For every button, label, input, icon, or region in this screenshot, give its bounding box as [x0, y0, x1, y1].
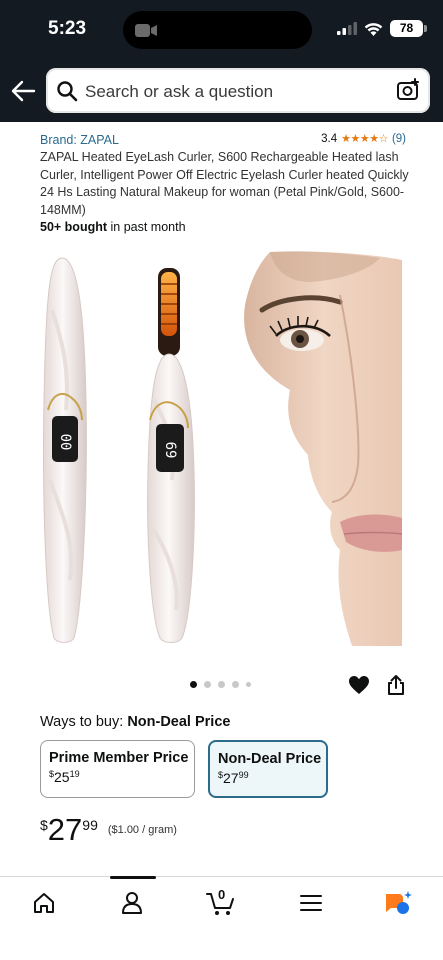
heart-icon[interactable] — [348, 675, 370, 695]
menu-icon[interactable] — [298, 890, 324, 916]
brand-link[interactable]: Brand: ZAPAL — [40, 133, 119, 147]
option-label: Non-Deal Price — [218, 751, 322, 767]
carousel-dot[interactable] — [218, 681, 225, 688]
price-whole: 27 — [47, 812, 83, 847]
rating-stars: ★★★★☆ — [341, 133, 388, 145]
price-symbol: $ — [40, 817, 48, 833]
back-arrow-icon[interactable] — [10, 78, 36, 104]
option-price: $2519 — [49, 769, 80, 785]
rufus-icon[interactable] — [383, 890, 413, 916]
video-camera-icon — [135, 24, 157, 37]
home-icon[interactable] — [31, 890, 57, 916]
carousel-dot[interactable] — [232, 681, 239, 688]
option-non-deal-price[interactable]: Non-Deal Price $2799 — [208, 740, 328, 798]
carousel-dot[interactable] — [246, 682, 251, 687]
camera-search-icon[interactable] — [396, 78, 420, 102]
ways-value: Non-Deal Price — [127, 714, 231, 730]
cart-count: 0 — [218, 887, 226, 902]
bought-period: in past month — [107, 220, 186, 234]
option-price: $2799 — [218, 770, 249, 786]
bottom-nav: 0 — [0, 876, 443, 960]
device-display-left: 00 — [57, 434, 73, 451]
signal-icon — [337, 22, 357, 35]
nav-active-indicator — [110, 876, 156, 879]
price-display: $ 27 99 ($1.00 / gram) — [40, 813, 177, 847]
carousel-dots[interactable] — [190, 681, 251, 688]
product-image[interactable]: 00 69 — [40, 250, 402, 646]
bought-count: 50+ bought — [40, 220, 108, 234]
top-bar: 5:23 78 Search or ask a question — [0, 0, 443, 122]
dynamic-island — [123, 11, 312, 49]
rating-count[interactable]: (9) — [392, 133, 406, 145]
search-icon — [57, 81, 78, 102]
ways-label: Ways to buy: — [40, 714, 128, 730]
status-icons: 78 — [337, 20, 427, 37]
share-icon[interactable] — [386, 674, 406, 696]
search-bar[interactable]: Search or ask a question — [46, 68, 430, 113]
search-input[interactable]: Search or ask a question — [85, 82, 273, 102]
rating[interactable]: 3.4 ★★★★☆ (9) — [321, 132, 406, 146]
battery-indicator: 78 — [390, 20, 427, 37]
carousel-dot[interactable] — [190, 681, 197, 688]
wifi-icon — [364, 22, 383, 36]
status-time: 5:23 — [48, 18, 87, 39]
bought-info: 50+ bought in past month — [40, 220, 186, 234]
option-label: Prime Member Price — [49, 750, 189, 766]
ways-to-buy: Ways to buy: Non-Deal Price — [40, 714, 230, 730]
carousel-dot[interactable] — [204, 681, 211, 688]
product-title: ZAPAL Heated EyeLash Curler, S600 Rechar… — [40, 150, 409, 217]
rating-value: 3.4 — [321, 132, 338, 145]
account-icon[interactable] — [119, 890, 145, 916]
price-fraction: 99 — [82, 817, 98, 833]
option-prime-member-price[interactable]: Prime Member Price $2519 — [40, 740, 195, 798]
device-display-right: 69 — [162, 442, 178, 459]
unit-price: ($1.00 / gram) — [107, 824, 177, 836]
